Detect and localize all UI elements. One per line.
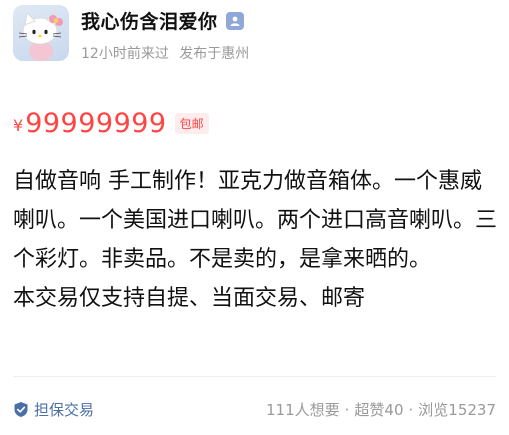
user-verified-icon xyxy=(225,11,244,30)
free-shipping-tag: 包邮 xyxy=(174,113,209,134)
last-seen-text: 12小时前来过 xyxy=(81,46,169,62)
price-value: 99999999 xyxy=(25,108,167,139)
seller-avatar[interactable] xyxy=(13,5,69,61)
item-detail-page: 我心伤含泪爱你 12小时前来过 发布于惠州 ¥ 99999999 包邮 自做音响… xyxy=(0,0,509,435)
price-row: ¥ 99999999 包邮 xyxy=(13,108,209,139)
seller-name-row: 我心伤含泪爱你 xyxy=(81,7,249,34)
guarantee-link[interactable]: 担保交易 xyxy=(13,399,94,420)
item-stats: 111人想要 · 超赞40 · 浏览15237 xyxy=(266,399,496,420)
likes-count: 超赞40 xyxy=(354,401,404,419)
currency-symbol: ¥ xyxy=(13,116,24,135)
separator: · xyxy=(408,400,414,419)
item-description: 自做音响 手工制作！亚克力做音箱体。一个惠威喇叭。一个美国进口喇叭。两个进口高音… xyxy=(13,162,497,318)
seller-name[interactable]: 我心伤含泪爱你 xyxy=(81,7,218,34)
seller-header[interactable]: 我心伤含泪爱你 12小时前来过 发布于惠州 xyxy=(13,5,249,63)
hello-kitty-avatar-icon xyxy=(18,11,63,61)
published-location-text: 发布于惠州 xyxy=(179,46,250,62)
views-count: 浏览15237 xyxy=(418,401,496,419)
description-line: 自做音响 手工制作！亚克力做音箱体。一个惠威喇叭。一个美国进口喇叭。两个进口高音… xyxy=(13,169,498,272)
seller-meta: 12小时前来过 发布于惠州 xyxy=(81,43,249,63)
item-footer: 担保交易 111人想要 · 超赞40 · 浏览15237 xyxy=(13,399,496,420)
separator: · xyxy=(344,400,350,419)
guarantee-label: 担保交易 xyxy=(34,401,95,419)
description-line: 本交易仅支持自提、当面交易、邮寄 xyxy=(13,286,366,311)
divider xyxy=(13,376,496,377)
wants-count: 111人想要 xyxy=(265,401,340,419)
shield-check-icon xyxy=(14,402,28,417)
seller-info: 我心伤含泪爱你 12小时前来过 发布于惠州 xyxy=(81,5,249,63)
